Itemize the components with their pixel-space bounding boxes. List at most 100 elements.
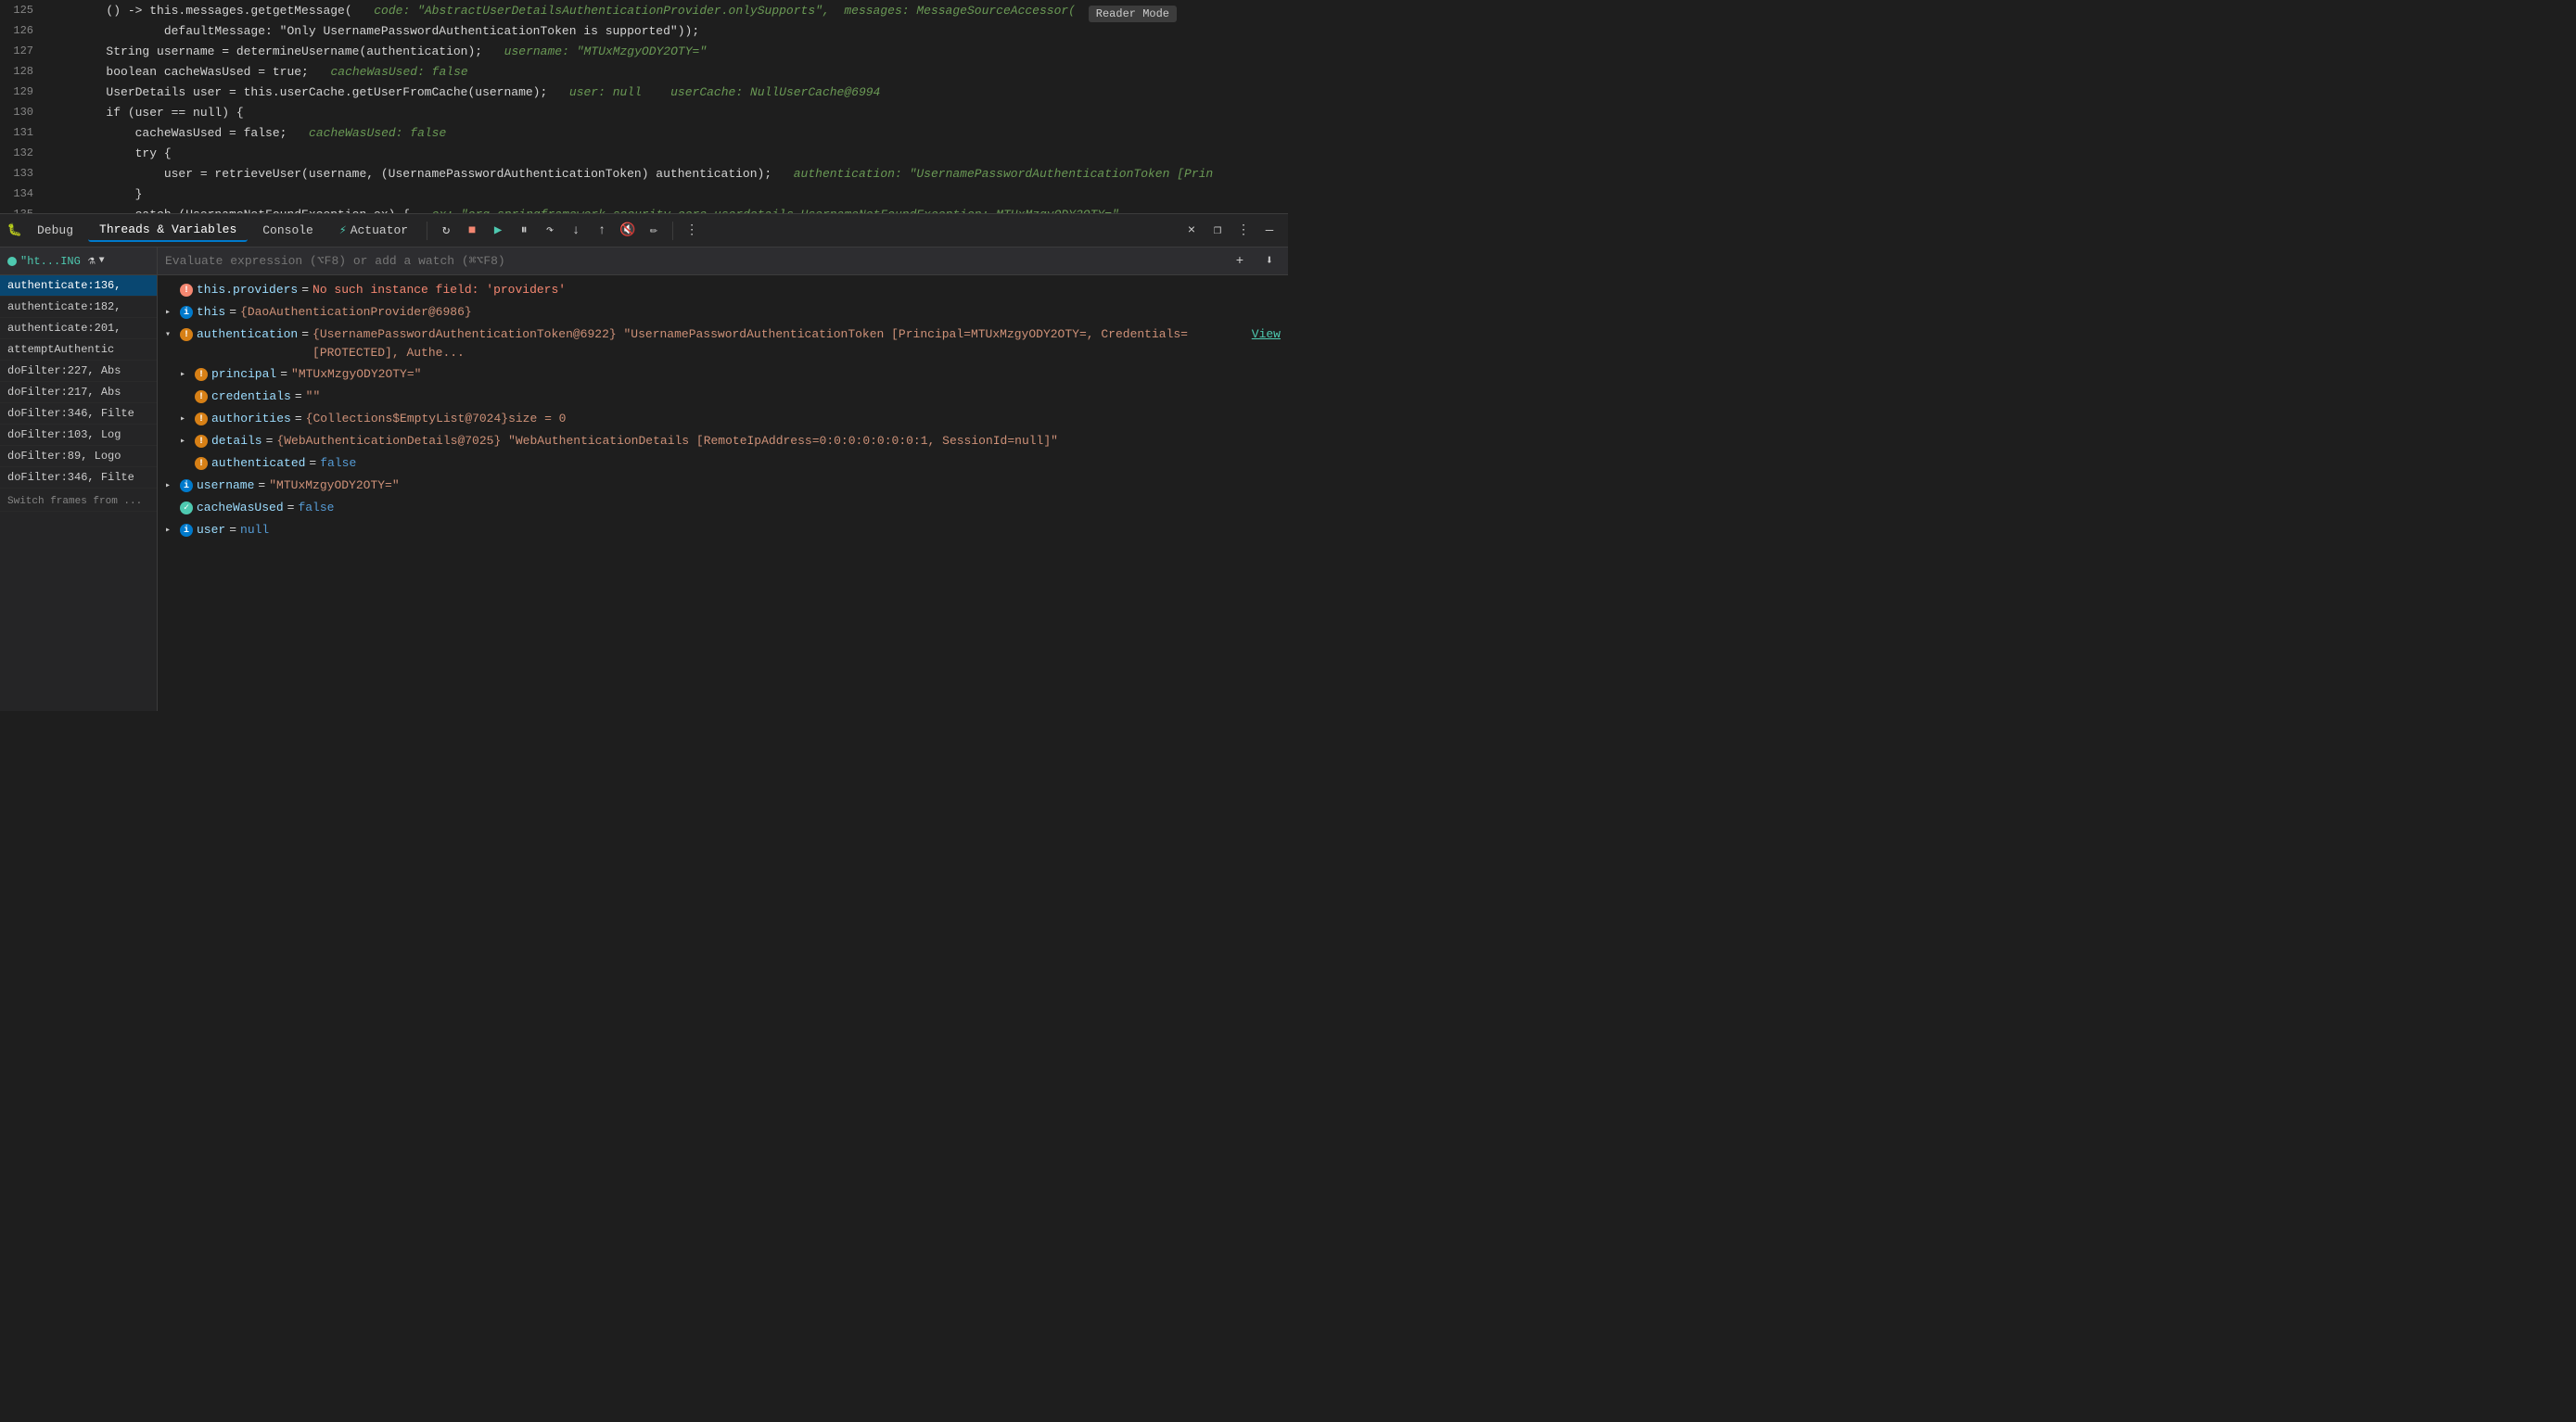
expand-arrow[interactable]: ▸	[165, 521, 180, 538]
add-watch-button[interactable]: +	[1229, 250, 1251, 273]
dropdown-arrow[interactable]: ▼	[99, 256, 105, 266]
variable-icon: ✓	[180, 502, 193, 514]
variable-view-link[interactable]: View	[1252, 325, 1281, 344]
expression-bar: + ⬇	[158, 248, 1288, 275]
expand-arrow[interactable]	[165, 499, 180, 502]
line-code: if (user == null) {	[48, 106, 1288, 120]
stack-frame-item[interactable]: doFilter:89, Logo	[0, 446, 157, 467]
stack-frame-item[interactable]: doFilter:346, Filte	[0, 467, 157, 489]
variable-row[interactable]: !credentials = ""	[158, 386, 1288, 408]
stack-frame-item[interactable]: doFilter:346, Filte	[0, 403, 157, 425]
code-line-130[interactable]: 130 if (user == null) {	[0, 102, 1288, 122]
expression-input[interactable]	[165, 254, 1221, 268]
line-hint: user: null userCache: NullUserCache@6994	[555, 85, 880, 99]
code-line-135[interactable]: 135 catch (UsernameNotFoundException ex)…	[0, 204, 1288, 213]
running-indicator	[7, 257, 17, 266]
code-line-126[interactable]: 126 defaultMessage: "Only UsernamePasswo…	[0, 20, 1288, 41]
line-hint: username: "MTUxMzgyODY2OTY="	[490, 44, 707, 58]
line-hint: cacheWasUsed: false	[294, 126, 446, 140]
variable-equals: =	[229, 521, 236, 540]
stack-frame-item[interactable]: doFilter:217, Abs	[0, 382, 157, 403]
expand-arrow[interactable]	[180, 454, 195, 457]
variable-row[interactable]: !this.providers = No such instance field…	[158, 279, 1288, 301]
stack-frame-item[interactable]: authenticate:201,	[0, 318, 157, 339]
stop-button[interactable]: ■	[461, 220, 483, 242]
variable-row[interactable]: ▾!authentication = {UsernamePasswordAuth…	[158, 324, 1288, 363]
expand-arrow[interactable]	[180, 387, 195, 390]
expand-arrow[interactable]: ▾	[165, 325, 180, 342]
debug-toolbar: 🐛 Debug Threads & Variables Console ⚡ Ac…	[0, 214, 1288, 248]
line-hint: cacheWasUsed: false	[316, 65, 468, 79]
variable-value: null	[240, 521, 269, 540]
variable-equals: =	[229, 303, 236, 322]
debug-content: "ht...ING ⚗ ▼ authenticate:136,authentic…	[0, 248, 1288, 711]
stack-frame-item[interactable]: authenticate:136,	[0, 275, 157, 297]
line-code: defaultMessage: "Only UsernamePasswordAu…	[48, 24, 1288, 38]
expand-arrow[interactable]: ▸	[180, 432, 195, 449]
step-into-button[interactable]: ↓	[565, 220, 587, 242]
step-out-button[interactable]: ↑	[591, 220, 613, 242]
tab-actuator[interactable]: ⚡ Actuator	[328, 220, 419, 241]
expression-icons: + ⬇	[1229, 250, 1281, 273]
code-line-134[interactable]: 134 }	[0, 184, 1288, 204]
variable-value: false	[320, 454, 356, 473]
line-hint: ex: "org.springframework.security.core.u…	[417, 208, 1119, 214]
variable-name: credentials	[211, 387, 291, 406]
tab-console[interactable]: Console	[251, 220, 325, 241]
code-lines: 125 () -> this.messages.getgetMessage( c…	[0, 0, 1288, 213]
variable-name: username	[197, 476, 254, 495]
stack-frame-item[interactable]: doFilter:227, Abs	[0, 361, 157, 382]
more-panel-button[interactable]: ⋮	[1232, 220, 1255, 242]
variable-value: false	[298, 499, 334, 517]
variable-row[interactable]: ▸iuser = null	[158, 519, 1288, 541]
code-line-129[interactable]: 129 UserDetails user = this.userCache.ge…	[0, 82, 1288, 102]
line-hint: code: "AbstractUserDetailsAuthentication…	[360, 4, 1076, 18]
stack-frame-item[interactable]: authenticate:182,	[0, 297, 157, 318]
variable-row[interactable]: ▸!details = {WebAuthenticationDetails@70…	[158, 430, 1288, 452]
pause-button[interactable]: ⏸	[513, 220, 535, 242]
code-line-131[interactable]: 131 cacheWasUsed = false; cacheWasUsed: …	[0, 122, 1288, 143]
expand-arrow[interactable]: ▸	[165, 476, 180, 493]
variable-name: authenticated	[211, 454, 305, 473]
more-options-button[interactable]: ⋮	[681, 220, 703, 242]
switch-frames-label[interactable]: Switch frames from ...	[0, 492, 157, 512]
tab-debug[interactable]: Debug	[26, 220, 84, 241]
variable-row[interactable]: !authenticated = false	[158, 452, 1288, 475]
code-line-128[interactable]: 128 boolean cacheWasUsed = true; cacheWa…	[0, 61, 1288, 82]
variable-value: No such instance field: 'providers'	[312, 281, 566, 299]
expand-arrow[interactable]	[165, 281, 180, 284]
expand-button[interactable]: ⬇	[1258, 250, 1281, 273]
variable-row[interactable]: ✓cacheWasUsed = false	[158, 497, 1288, 519]
expand-arrow[interactable]: ▸	[180, 365, 195, 382]
variable-value: "MTUxMzgyODY2OTY="	[291, 365, 421, 384]
variable-icon: !	[180, 284, 193, 297]
close-panel-button[interactable]: ×	[1180, 220, 1203, 242]
edit-run-config-button[interactable]: ✏	[643, 220, 665, 242]
variable-icon: !	[195, 457, 208, 470]
minimize-panel-button[interactable]: —	[1258, 220, 1281, 242]
variable-row[interactable]: ▸iusername = "MTUxMzgyODY2OTY="	[158, 475, 1288, 497]
stack-frame-item[interactable]: doFilter:103, Log	[0, 425, 157, 446]
toolbar-right-actions: × ❐ ⋮ —	[1180, 220, 1281, 242]
step-over-button[interactable]: ↷	[539, 220, 561, 242]
resume-button[interactable]: ▶	[487, 220, 509, 242]
filter-icon[interactable]: ⚗	[88, 254, 96, 268]
rerun-button[interactable]: ↻	[435, 220, 457, 242]
tab-threads-variables[interactable]: Threads & Variables	[88, 219, 248, 242]
variable-equals: =	[301, 325, 309, 344]
code-line-132[interactable]: 132 try {	[0, 143, 1288, 163]
variable-row[interactable]: ▸!authorities = {Collections$EmptyList@7…	[158, 408, 1288, 430]
variable-equals: =	[295, 387, 302, 406]
reader-mode-button[interactable]: Reader Mode	[1089, 6, 1177, 22]
variable-row[interactable]: ▸!principal = "MTUxMzgyODY2OTY="	[158, 363, 1288, 386]
expand-arrow[interactable]: ▸	[165, 303, 180, 320]
stack-frame-item[interactable]: attemptAuthentic	[0, 339, 157, 361]
line-number: 130	[0, 106, 48, 119]
restore-panel-button[interactable]: ❐	[1206, 220, 1229, 242]
code-line-127[interactable]: 127 String username = determineUsername(…	[0, 41, 1288, 61]
expand-arrow[interactable]: ▸	[180, 410, 195, 426]
mute-breakpoints-button[interactable]: 🔇	[617, 220, 639, 242]
variable-row[interactable]: ▸ithis = {DaoAuthenticationProvider@6986…	[158, 301, 1288, 324]
code-line-133[interactable]: 133 user = retrieveUser(username, (Usern…	[0, 163, 1288, 184]
variable-icon: !	[195, 413, 208, 425]
